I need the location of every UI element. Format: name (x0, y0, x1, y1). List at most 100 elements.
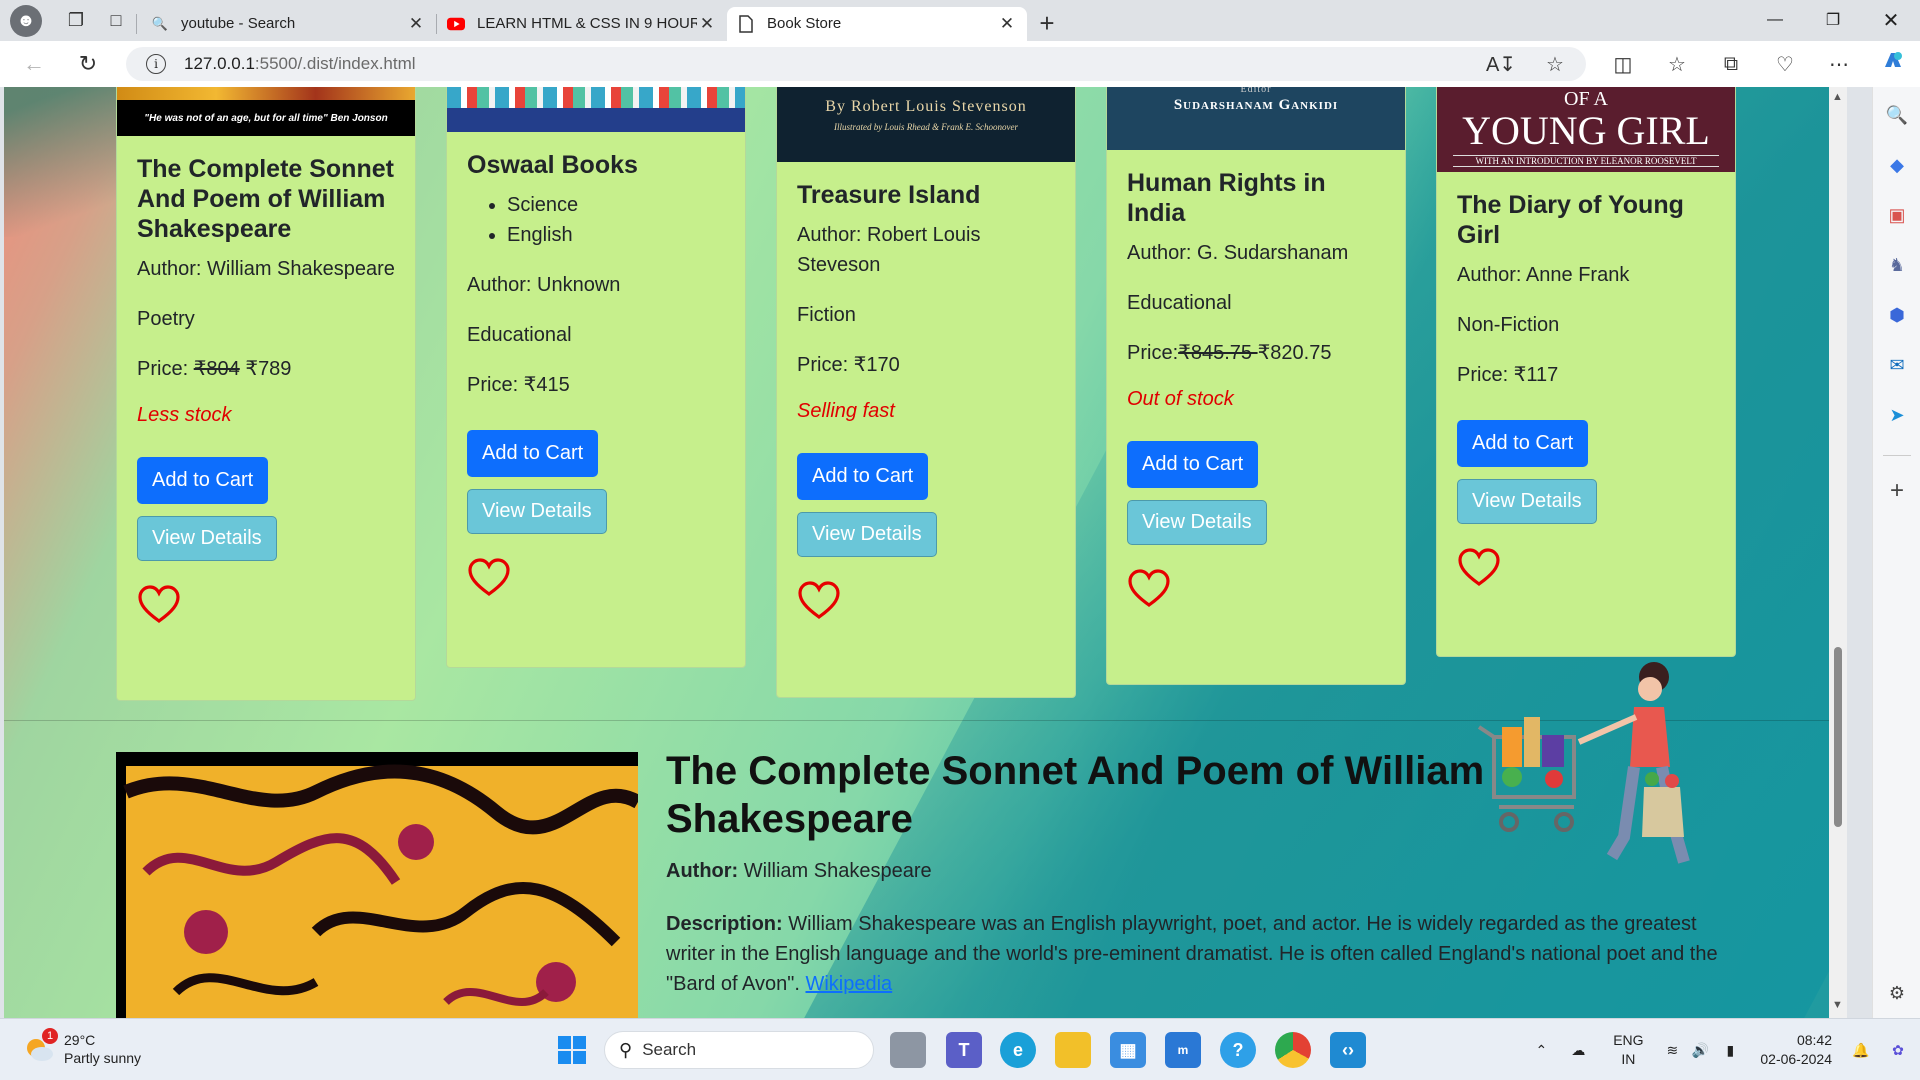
page-scrollbar[interactable]: ▲ ▼ (1829, 87, 1847, 1018)
language-indicator[interactable]: ENG IN (1598, 1031, 1658, 1069)
file-explorer-icon[interactable] (1055, 1032, 1091, 1068)
wifi-icon[interactable]: ≋ (1658, 1042, 1686, 1059)
add-to-cart-button[interactable]: Add to Cart (137, 457, 269, 504)
more-options-icon[interactable]: ⋯ (1812, 52, 1866, 77)
windows-taskbar: 1 29°C Partly sunny ⚲ Search T e ▦ m ? ‹… (0, 1018, 1920, 1080)
view-details-button[interactable]: View Details (1457, 479, 1597, 524)
book-card-oswaal: Oswaal Books Science English Author: Unk… (446, 87, 746, 668)
book-cover-treasure-island: By Robert Louis Stevenson Illustrated by… (777, 87, 1075, 162)
clock[interactable]: 08:42 02-06-2024 (1760, 1031, 1832, 1069)
favorites-icon[interactable]: ☆ (1650, 52, 1704, 77)
help-icon[interactable]: ? (1220, 1032, 1256, 1068)
scroll-thumb[interactable] (1834, 647, 1842, 827)
split-screen-icon[interactable]: ◫ (1596, 52, 1650, 77)
browser-tab-bar: ☻ ❐ □ 🔍 youtube - Search ✕ LEARN HTML & … (0, 0, 1920, 41)
read-aloud-icon[interactable]: A↧ (1474, 52, 1528, 77)
back-icon[interactable]: ← (12, 44, 56, 84)
wikipedia-link[interactable]: Wikipedia (805, 973, 892, 995)
detail-author: Author: William Shakespeare (666, 860, 932, 882)
tab-book-store[interactable]: Book Store ✕ (727, 6, 1027, 41)
copilot-taskbar-icon[interactable]: ✿ (1876, 1042, 1920, 1059)
search-icon: 🔍 (151, 15, 169, 31)
url-field[interactable]: i 127.0.0.1:5500/.dist/index.html (126, 47, 1586, 81)
partly-sunny-icon: 1 (22, 1028, 58, 1066)
weather-widget[interactable]: 1 29°C Partly sunny (22, 1028, 142, 1067)
collections-icon[interactable]: ⧉ (1704, 53, 1758, 76)
new-tab-button[interactable]: + (1027, 7, 1067, 41)
notifications-icon[interactable]: 🔔 (1846, 1042, 1876, 1059)
volume-icon[interactable]: 🔊 (1686, 1042, 1714, 1059)
page-icon (737, 14, 755, 33)
refresh-icon[interactable]: ↻ (66, 44, 110, 84)
add-to-cart-button[interactable]: Add to Cart (1457, 420, 1589, 467)
view-details-button[interactable]: View Details (797, 512, 937, 557)
close-tab-icon[interactable]: ✕ (697, 14, 717, 34)
shopping-tag-icon[interactable]: ◆ (1881, 149, 1913, 181)
list-item: English (507, 220, 725, 250)
outlook-icon[interactable]: ✉ (1881, 349, 1913, 381)
scroll-down-icon[interactable]: ▼ (1832, 999, 1843, 1011)
stock-status: Out of stock (1127, 388, 1234, 410)
edge-icon[interactable]: e (1000, 1032, 1036, 1068)
onedrive-icon[interactable]: ☁ (1558, 1042, 1598, 1059)
view-details-button[interactable]: View Details (137, 516, 277, 561)
tab-youtube-search[interactable]: 🔍 youtube - Search ✕ (141, 7, 436, 41)
sidebar-divider (1883, 455, 1911, 456)
add-to-cart-button[interactable]: Add to Cart (797, 453, 929, 500)
toolbox-icon[interactable]: ▣ (1881, 199, 1913, 231)
heart-icon[interactable] (797, 579, 841, 623)
site-info-icon[interactable]: i (146, 54, 166, 74)
browser-toolbar: A↧ ☆ ◫ ☆ ⧉ ♡ ⋯ (1474, 41, 1920, 87)
book-price: Price: ₹117 (1457, 364, 1559, 386)
stock-status: Selling fast (797, 400, 895, 422)
task-view-icon[interactable] (890, 1032, 926, 1068)
heart-icon[interactable] (1457, 546, 1501, 590)
book-author: Author: William Shakespeare (137, 258, 395, 280)
close-window-icon[interactable]: ✕ (1862, 0, 1920, 40)
browser-essentials-icon[interactable]: ♡ (1758, 52, 1812, 77)
heart-icon[interactable] (137, 583, 181, 627)
heart-icon[interactable] (1127, 567, 1171, 611)
microsoft-365-icon[interactable]: ⬢ (1881, 299, 1913, 331)
view-details-button[interactable]: View Details (467, 489, 607, 534)
add-icon[interactable]: + (1881, 475, 1913, 507)
search-icon[interactable]: 🔍 (1881, 99, 1913, 131)
teams-icon[interactable]: T (946, 1032, 982, 1068)
games-icon[interactable]: ♞ (1881, 249, 1913, 281)
chrome-icon[interactable] (1275, 1032, 1311, 1068)
vscode-icon[interactable]: ‹› (1330, 1032, 1366, 1068)
weather-condition: Partly sunny (64, 1050, 142, 1066)
favorite-star-icon[interactable]: ☆ (1528, 52, 1582, 77)
heart-icon[interactable] (467, 556, 511, 600)
battery-icon[interactable]: ▮ (1714, 1042, 1746, 1059)
microsoft-store-icon[interactable]: ▦ (1110, 1032, 1146, 1068)
profile-icon[interactable]: ☻ (10, 4, 42, 37)
shopper-illustration (1477, 662, 1690, 864)
book-author: Author: Robert Louis Steveson (797, 224, 981, 276)
close-tab-icon[interactable]: ✕ (997, 14, 1017, 34)
add-to-cart-button[interactable]: Add to Cart (1127, 441, 1259, 488)
book-cover-oswaal (447, 87, 745, 132)
send-icon[interactable]: ➤ (1881, 399, 1913, 431)
chevron-up-icon[interactable]: ⌃ (1524, 1042, 1558, 1059)
settings-gear-icon[interactable]: ⚙ (1881, 977, 1913, 1009)
book-title: Oswaal Books (467, 151, 638, 179)
copilot-icon[interactable] (1866, 49, 1920, 79)
detail-book-cover (116, 752, 638, 1018)
tab-learn-html[interactable]: LEARN HTML & CSS IN 9 HOURS ✕ (437, 7, 727, 41)
view-details-button[interactable]: View Details (1127, 500, 1267, 545)
add-to-cart-button[interactable]: Add to Cart (467, 430, 599, 477)
restore-icon[interactable]: ❐ (1804, 0, 1862, 40)
minimize-icon[interactable]: — (1746, 0, 1804, 40)
windows-start-icon[interactable] (554, 1032, 590, 1068)
mylio-icon[interactable]: m (1165, 1032, 1201, 1068)
temperature: 29°C (64, 1032, 96, 1048)
workspaces-icon[interactable]: ❐ (56, 1, 96, 41)
scroll-up-icon[interactable]: ▲ (1832, 91, 1843, 103)
taskbar-search[interactable]: ⚲ Search (604, 1031, 874, 1069)
book-genre: Fiction (797, 304, 856, 326)
tab-actions-icon[interactable]: □ (96, 1, 136, 41)
book-cover-human-rights: Editor Sudarshanam Gankidi (1107, 87, 1405, 150)
close-tab-icon[interactable]: ✕ (406, 14, 426, 34)
page-viewport: "He was not of an age, but for all time"… (4, 87, 1847, 1018)
